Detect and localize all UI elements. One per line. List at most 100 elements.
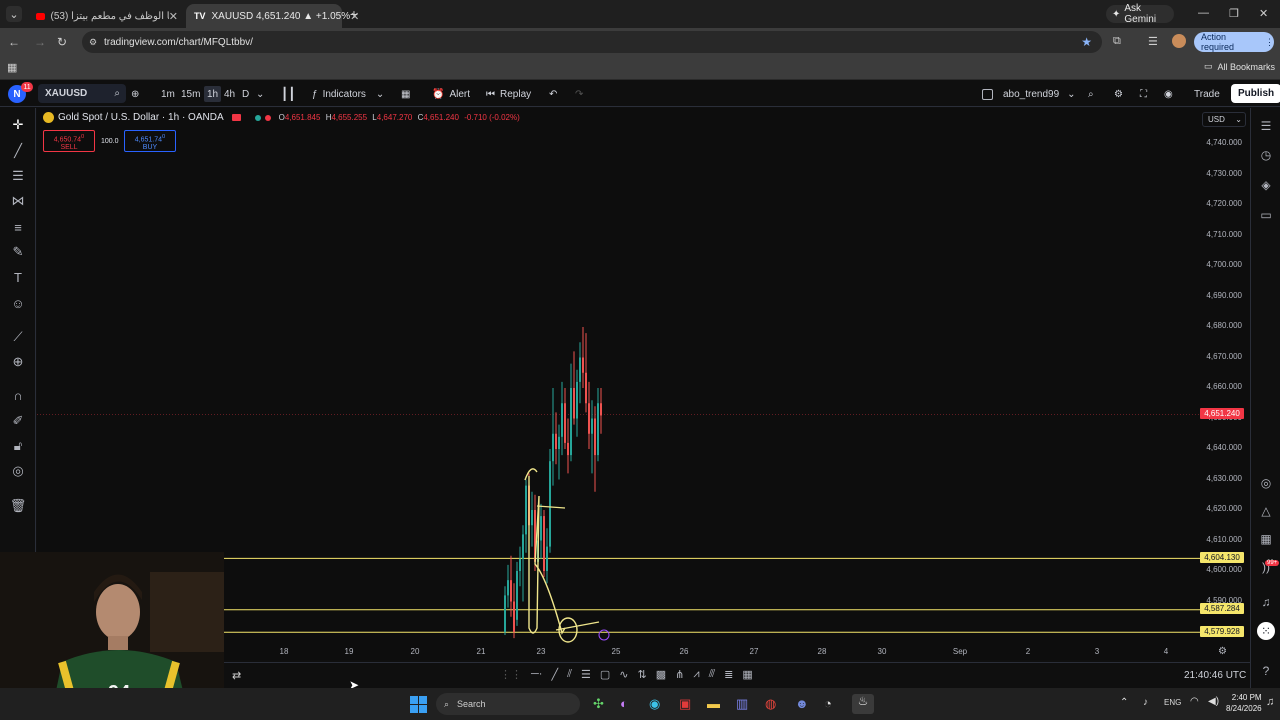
rectangle-icon[interactable]: ▢ [600, 668, 610, 681]
buy-button[interactable]: 4,651.740 BUY [124, 130, 176, 152]
xabcd-icon[interactable]: ⩘ [693, 668, 699, 681]
quick-search-icon[interactable]: ⌕ [1088, 86, 1094, 102]
trade-button[interactable]: Trade [1194, 86, 1220, 102]
edge-icon[interactable]: ◉ [649, 696, 660, 712]
fullscreen-icon[interactable]: ⛶ [1140, 86, 1147, 102]
volume-icon[interactable]: ◀) [1208, 696, 1219, 707]
trend-line-icon[interactable]: ╱ [551, 668, 558, 681]
extensions-icon[interactable]: ⧉ [1113, 35, 1121, 48]
reading-list-icon[interactable]: ☰ [1148, 35, 1158, 48]
wifi-icon[interactable]: ◠ [1190, 696, 1199, 707]
magnet-icon[interactable]: ∩ [8, 386, 28, 404]
tab-search-icon[interactable]: ⌄ [6, 6, 22, 22]
address-bar[interactable]: ⚙ tradingview.com/chart/MFQLtbbv/ ★ [82, 31, 1102, 53]
lock-drawing-icon[interactable]: ✐ [8, 412, 28, 430]
action-required-button[interactable]: Action required ⋮ [1194, 32, 1274, 52]
currency-selector[interactable]: USD ⌄ [1202, 112, 1246, 127]
trend-line-icon[interactable]: ╱ [8, 142, 28, 160]
layers-icon[interactable]: ◈ [1257, 176, 1275, 194]
copilot-icon[interactable]: ◐ [620, 696, 628, 711]
symbol-title[interactable]: Gold Spot / U.S. Dollar · 1h · OANDA [58, 112, 224, 123]
ideas-icon[interactable]: △ [1257, 502, 1275, 520]
publish-button[interactable]: Publish [1231, 84, 1280, 103]
path-icon[interactable]: ∿ [619, 668, 628, 681]
windows-start-icon[interactable] [410, 696, 427, 713]
reload-icon[interactable]: ↻ [57, 35, 67, 49]
fib-retracement-icon[interactable]: ☰ [581, 668, 591, 681]
site-info-icon[interactable]: ⚙ [89, 37, 97, 48]
sell-button[interactable]: 4,650.740 SELL [43, 130, 95, 152]
candle-type-icon[interactable]: ┃┃ [281, 86, 295, 102]
apps-grid-icon[interactable]: ▦ [7, 61, 17, 74]
crosshair-icon[interactable]: ✛ [8, 116, 28, 134]
new-tab-icon[interactable]: + [347, 6, 361, 22]
symbol-search[interactable]: XAUUSD ⌕ [38, 84, 126, 103]
lock-icon[interactable]: 🔓︎ [8, 437, 28, 455]
interval-1h[interactable]: 1h [204, 86, 222, 102]
minimize-icon[interactable]: — [1198, 7, 1209, 19]
chrome-icon[interactable]: ◍ [765, 696, 776, 712]
settings-gear-icon[interactable]: ⚙ [1114, 86, 1123, 102]
taskbar-search[interactable]: ⌕ Search [436, 693, 580, 715]
horizontal-lines-icon[interactable]: ☰ [8, 167, 28, 185]
indicators-button[interactable]: ƒ Indicators ⌄ [312, 86, 384, 102]
tray-chevron-icon[interactable]: ⌃ [1120, 697, 1128, 708]
pdf-reader-icon[interactable]: ▣ [679, 696, 691, 712]
microphone-icon[interactable]: ♪ [1143, 697, 1148, 708]
interval-d[interactable]: D [242, 86, 249, 102]
back-icon[interactable]: ← [8, 35, 20, 49]
long-position-icon[interactable]: ⇅ [638, 668, 647, 681]
trash-icon[interactable]: 🗑︎ [8, 497, 28, 515]
layout-name-button[interactable]: abo_trend99 ⌄ [982, 86, 1076, 102]
teams-icon[interactable]: ▥ [736, 696, 748, 712]
calendar-icon[interactable]: ▦ [1257, 530, 1275, 548]
fib-icon[interactable]: ≡ [8, 218, 28, 236]
close-window-icon[interactable]: ✕ [1259, 7, 1268, 20]
all-bookmarks-button[interactable]: ▭ All Bookmarks [1204, 61, 1275, 72]
time-axis[interactable]: 18 19 20 21 23 25 26 27 28 30 Sep 2 3 4 [224, 644, 1200, 660]
watchlist-icon[interactable]: ☰ [1257, 117, 1275, 135]
utc-clock[interactable]: 21:40:46 UTC [1184, 670, 1246, 681]
horizontal-ray-icon[interactable]: ─· [531, 668, 542, 681]
taskbar-clock[interactable]: 2:40 PM 8/24/2026 [1226, 692, 1262, 714]
target-icon[interactable]: ◎ [1257, 474, 1275, 492]
tab-youtube[interactable]: (53) عندما الوظف في مطعم بيتزا ✕ [28, 4, 186, 28]
pattern-icon[interactable]: ⋈ [8, 192, 28, 210]
replay-button[interactable]: ⏮ Replay [486, 86, 531, 102]
camera-icon[interactable]: ◉ [1164, 86, 1173, 102]
interval-1m[interactable]: 1m [161, 86, 175, 102]
ruler-icon[interactable]: ⟋ [8, 328, 28, 346]
notification-bell-icon[interactable]: ♫ [1266, 696, 1274, 708]
maximize-icon[interactable]: ❐ [1229, 7, 1239, 20]
zoom-icon[interactable]: ⊕ [8, 353, 28, 371]
apps-dots-icon[interactable]: ⁙ [1257, 622, 1275, 640]
forward-icon[interactable]: → [34, 35, 46, 49]
compare-plus-icon[interactable]: ⊕ [131, 86, 139, 102]
profile-avatar[interactable] [1172, 34, 1186, 48]
alerts-clock-icon[interactable]: ◷ [1257, 146, 1275, 164]
alert-button[interactable]: ⏰ Alert [432, 86, 470, 102]
close-icon[interactable]: ✕ [169, 10, 178, 23]
eye-icon[interactable]: ◎ [8, 462, 28, 480]
chat-icon[interactable]: ▭ [1257, 206, 1275, 224]
layouts-grid-icon[interactable]: ▦ [401, 86, 410, 102]
tab-tradingview[interactable]: TV XAUUSD 4,651.240 ▲ +1.05% ✕ [186, 4, 359, 28]
price-axis[interactable]: USD ⌄ 4,740.000 4,730.000 4,720.000 4,710.0… [1200, 108, 1250, 660]
brush-icon[interactable]: ✎ [8, 243, 28, 261]
file-explorer-icon[interactable]: ▬ [707, 696, 720, 711]
regression-icon[interactable]: ⫻ [709, 668, 716, 681]
bookmark-star-icon[interactable]: ★ [1081, 35, 1092, 49]
drag-handle-icon[interactable]: ⋮⋮ [500, 668, 522, 681]
discord-icon[interactable]: ☻ [795, 696, 809, 711]
ask-gemini-button[interactable]: ✦ Ask Gemini [1106, 3, 1174, 25]
axis-settings-icon[interactable]: ⚙ [1218, 646, 1227, 657]
steam-icon[interactable]: ♨ [852, 694, 874, 714]
redo-icon[interactable]: ↷ [575, 86, 583, 102]
parallel-channel-icon[interactable]: ⫽ [567, 668, 572, 681]
gann-box-icon[interactable]: ▩ [656, 668, 666, 681]
interval-15m[interactable]: 15m [181, 86, 200, 102]
undo-icon[interactable]: ↶ [549, 86, 557, 102]
app-icon-2[interactable]: ◔ [824, 696, 832, 711]
text-tool-icon[interactable]: T [8, 268, 28, 286]
language-indicator[interactable]: ENG [1164, 698, 1181, 707]
